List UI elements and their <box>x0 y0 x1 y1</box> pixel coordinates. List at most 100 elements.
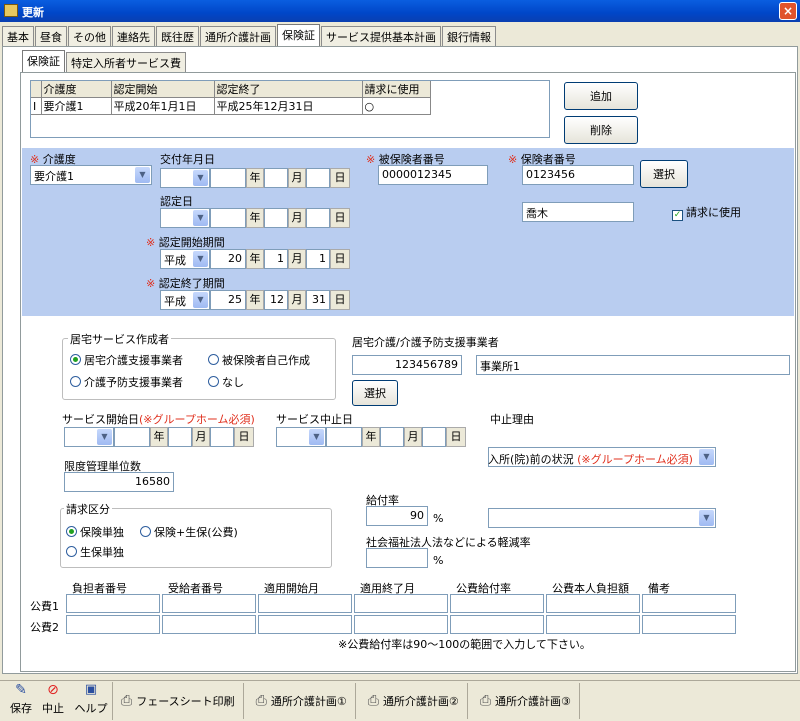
end-era-select[interactable]: 平成 ▼ <box>160 290 210 310</box>
chevron-down-icon[interactable]: ▼ <box>193 170 208 186</box>
cert-end-input[interactable]: 平成 ▼ 25 年 12 月 31 日 <box>160 290 350 310</box>
pf-cell-1-6[interactable] <box>642 615 736 634</box>
creator-option-3[interactable]: 介護予防支援事業者 <box>70 374 183 390</box>
cell-care[interactable]: 要介護1 <box>41 97 112 115</box>
insured-no-field[interactable]: 0000012345 <box>378 165 488 185</box>
cell-start[interactable]: 平成20年1月1日 <box>111 97 215 115</box>
service-start-month[interactable] <box>168 427 192 447</box>
service-stop-month[interactable] <box>380 427 404 447</box>
issue-month-field[interactable] <box>264 168 288 188</box>
stop-button[interactable]: ⊘ 中止 <box>36 682 70 720</box>
start-month-field[interactable]: 1 <box>264 249 288 269</box>
radio-icon[interactable] <box>140 526 151 537</box>
cell-use[interactable]: ○ <box>362 97 431 115</box>
insurer-select-button[interactable]: 選択 <box>640 160 688 188</box>
plan3-print-button[interactable]: ⎙ 通所介護計画③ <box>468 683 580 719</box>
face-sheet-print-button[interactable]: ⎙ フェースシート印刷 <box>113 683 244 719</box>
pf-cell-1-3[interactable] <box>354 615 448 634</box>
service-stop-day[interactable] <box>422 427 446 447</box>
pf-cell-1-0[interactable] <box>66 615 160 634</box>
radio-icon[interactable] <box>208 354 219 365</box>
issue-year-field[interactable] <box>210 168 246 188</box>
creator-option-2[interactable]: 被保険者自己作成 <box>208 352 310 368</box>
start-year-field[interactable]: 20 <box>210 249 246 269</box>
chevron-down-icon[interactable]: ▼ <box>309 429 324 445</box>
chevron-down-icon[interactable]: ▼ <box>193 251 208 267</box>
benefit-rate-field[interactable]: 90 <box>366 506 428 526</box>
tab-main-8[interactable]: 銀行情報 <box>442 26 496 46</box>
tab-main-5[interactable]: 通所介護計画 <box>200 26 276 46</box>
issue-day-field[interactable] <box>306 168 330 188</box>
tab-main-4[interactable]: 既往歴 <box>156 26 199 46</box>
chevron-down-icon[interactable]: ▼ <box>193 292 208 308</box>
pf-cell-1-1[interactable] <box>162 615 256 634</box>
pf-cell-1-5[interactable] <box>546 615 640 634</box>
tab-main-0[interactable]: 基本 <box>2 26 34 46</box>
radio-selected-icon[interactable] <box>70 354 81 365</box>
care-level-select[interactable]: 要介護1 ▼ <box>30 165 152 185</box>
cert-date-input[interactable]: ▼ 年 月 日 <box>160 208 350 228</box>
pf-cell-0-4[interactable] <box>450 594 544 613</box>
service-stop-input[interactable]: ▼ 年 月 日 <box>276 427 466 447</box>
tab-sub-0[interactable]: 保険証 <box>22 50 65 72</box>
billing-option-1[interactable]: 保険単独 <box>66 524 124 540</box>
limit-field[interactable]: 16580 <box>64 472 174 492</box>
service-start-year[interactable] <box>114 427 150 447</box>
close-button[interactable]: × <box>779 2 797 20</box>
start-era-select[interactable]: 平成 ▼ <box>160 249 210 269</box>
table-row[interactable]: I 要介護1 平成20年1月1日 平成25年12月31日 ○ <box>31 97 431 115</box>
pf-cell-0-3[interactable] <box>354 594 448 613</box>
creator-option-1[interactable]: 居宅介護支援事業者 <box>70 352 183 368</box>
tab-main-3[interactable]: 連絡先 <box>112 26 155 46</box>
billing-option-2[interactable]: 保険+生保(公費) <box>140 524 238 540</box>
save-button[interactable]: ✎ 保存 <box>6 682 36 720</box>
billing-use-checkbox[interactable]: ✓ 請求に使用 <box>672 204 741 221</box>
cert-month-field[interactable] <box>264 208 288 228</box>
cell-end[interactable]: 平成25年12月31日 <box>214 97 363 115</box>
pf-cell-0-1[interactable] <box>162 594 256 613</box>
tab-main-1[interactable]: 昼食 <box>35 26 67 46</box>
chevron-down-icon[interactable]: ▼ <box>135 167 150 183</box>
insurer-name-field[interactable]: 喬木 <box>522 202 634 222</box>
pf-cell-0-5[interactable] <box>546 594 640 613</box>
help-button[interactable]: ▣ ヘルプ <box>70 682 112 720</box>
plan2-print-button[interactable]: ⎙ 通所介護計画② <box>356 683 468 719</box>
tab-main-6[interactable]: 保険証 <box>277 24 320 46</box>
service-start-era[interactable]: ▼ <box>64 427 114 447</box>
creator-option-4[interactable]: なし <box>208 374 244 390</box>
tab-main-2[interactable]: その他 <box>68 26 111 46</box>
end-day-field[interactable]: 31 <box>306 290 330 310</box>
delete-button[interactable]: 削除 <box>564 116 638 144</box>
chevron-down-icon[interactable]: ▼ <box>97 429 112 445</box>
check-icon[interactable]: ✓ <box>672 210 683 221</box>
plan1-print-button[interactable]: ⎙ 通所介護計画① <box>244 683 356 719</box>
service-stop-year[interactable] <box>326 427 362 447</box>
service-stop-era[interactable]: ▼ <box>276 427 326 447</box>
start-day-field[interactable]: 1 <box>306 249 330 269</box>
issue-date-input[interactable]: ▼ 年 月 日 <box>160 168 350 188</box>
chevron-down-icon[interactable]: ▼ <box>193 210 208 226</box>
cert-day-field[interactable] <box>306 208 330 228</box>
chevron-down-icon[interactable]: ▼ <box>699 510 714 526</box>
tab-main-7[interactable]: サービス提供基本計画 <box>321 26 441 46</box>
add-button[interactable]: 追加 <box>564 82 638 110</box>
office-code-field[interactable]: 123456789 <box>352 355 462 375</box>
insurance-grid[interactable]: 介護度 認定開始 認定終了 請求に使用 I 要介護1 平成20年1月1日 平成2… <box>30 80 550 138</box>
radio-icon[interactable] <box>208 376 219 387</box>
pf-cell-0-0[interactable] <box>66 594 160 613</box>
pf-cell-0-2[interactable] <box>258 594 352 613</box>
pf-cell-0-6[interactable] <box>642 594 736 613</box>
tab-sub-1[interactable]: 特定入所者サービス費 <box>66 52 186 72</box>
cert-start-input[interactable]: 平成 ▼ 20 年 1 月 1 日 <box>160 249 350 269</box>
office-select-button[interactable]: 選択 <box>352 380 398 406</box>
reduction-field[interactable] <box>366 548 428 568</box>
end-month-field[interactable]: 12 <box>264 290 288 310</box>
radio-icon[interactable] <box>70 376 81 387</box>
chevron-down-icon[interactable]: ▼ <box>699 449 714 465</box>
radio-icon[interactable] <box>66 546 77 557</box>
cert-era-select[interactable]: ▼ <box>160 208 210 228</box>
billing-option-3[interactable]: 生保単独 <box>66 544 124 560</box>
pf-cell-1-4[interactable] <box>450 615 544 634</box>
pf-cell-1-2[interactable] <box>258 615 352 634</box>
insurer-no-field[interactable]: 0123456 <box>522 165 634 185</box>
